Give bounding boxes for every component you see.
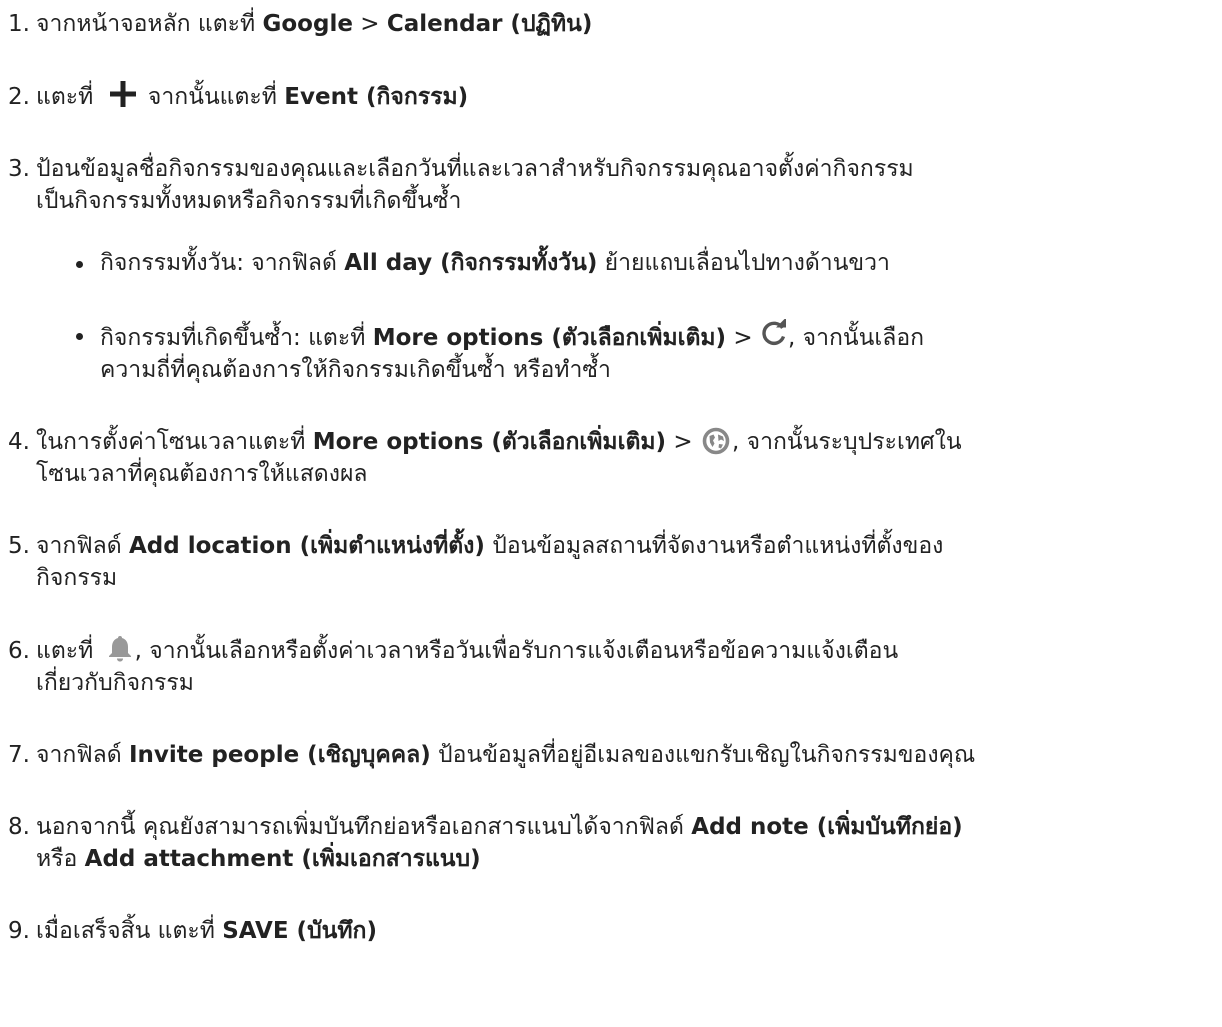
step-number: 1. (8, 11, 30, 37)
step-9: 9. เมื่อเสร็จสิ้น แตะที่ SAVE (บันทึก) (8, 915, 1214, 947)
step-text: ในการตั้งค่าโซนเวลาแตะที่ (36, 429, 313, 455)
step-8: 8. นอกจากนี้ คุณยังสามารถเพิ่มบันทึกย่อหร… (8, 811, 1214, 875)
step-number: 8. (8, 814, 30, 840)
step-number: 7. (8, 742, 30, 768)
bullet-dot (76, 261, 83, 268)
bullet-text: ย้ายแถบเลื่อนไปทางด้านขวา (597, 250, 890, 276)
step-text: เมื่อเสร็จสิ้น แตะที่ (36, 918, 223, 944)
step-number: 5. (8, 533, 30, 559)
step-text: จากฟิลด์ (36, 533, 129, 559)
bell-icon (107, 634, 133, 662)
step-text: , จากนั้นระบุประเทศใน (731, 429, 962, 455)
step-number: 2. (8, 84, 30, 110)
step-number: 3. (8, 156, 30, 182)
step-bold: Invite people (เชิญบุคคล) (128, 742, 431, 768)
step-text: นอกจากนี้ คุณยังสามารถเพิ่มบันทึกย่อหรือ… (36, 814, 692, 840)
step-bold: Calendar (ปฏิทิน) (386, 11, 593, 37)
bullet-item: กิจกรรมทั้งวัน: จากฟิลด์ All day (กิจกรร… (72, 247, 1214, 279)
bullet-text: กิจกรรมทั้งวัน: จากฟิลด์ (100, 250, 345, 276)
step-text: ป้อนข้อมูลที่อยู่อีเมลของแขกรับเชิญในกิจ… (430, 742, 976, 768)
step-number: 6. (8, 638, 30, 664)
plus-icon (109, 80, 137, 108)
step-text: หรือ (36, 846, 85, 872)
step-number: 9. (8, 918, 30, 944)
step-bold: Google (262, 11, 353, 37)
step-text: แตะที่ (36, 638, 101, 664)
step-text: , จากนั้นเลือกหรือตั้งค่าเวลาหรือวันเพื่… (134, 638, 899, 664)
step-text-continued: เกี่ยวกับกิจกรรม (36, 670, 194, 696)
step-text: จากหน้าจอหลัก แตะที่ (36, 11, 263, 37)
step-text-continued: กิจกรรม (36, 565, 118, 591)
step-1: 1. จากหน้าจอหลัก แตะที่ Google > Calendar… (8, 8, 1214, 40)
step-separator: > (352, 11, 387, 37)
step-bold: Event (กิจกรรม) (284, 84, 469, 110)
step-text: จากนั้นแตะที่ (140, 84, 285, 110)
step-number: 4. (8, 429, 30, 455)
step-text-continued: เป็นกิจกรรมทั้งหมดหรือกิจกรรมที่เกิดขึ้น… (36, 188, 462, 214)
step-text-continued: โซนเวลาที่คุณต้องการให้แสดงผล (36, 461, 368, 487)
step-4: 4. ในการตั้งค่าโซนเวลาแตะที่ More options… (8, 426, 1214, 490)
bullet-text: , จากนั้นเลือก (787, 325, 925, 351)
step-text-continued: หรือ Add attachment (เพิ่มเอกสารแนบ) (8, 843, 1214, 875)
step-text: ป้อนข้อมูลชื่อกิจกรรมของคุณและเลือกวันที… (36, 156, 914, 182)
bullet-item: กิจกรรมที่เกิดขึ้นซ้ำ: แตะที่ More optio… (72, 319, 1214, 386)
repeat-icon (760, 319, 788, 347)
step-text: ป้อนข้อมูลสถานที่จัดงานหรือตำแหน่งที่ตั้… (484, 533, 944, 559)
bullet-dot (76, 333, 83, 340)
step-3-bullets: กิจกรรมทั้งวัน: จากฟิลด์ All day (กิจกรร… (72, 247, 1214, 386)
step-bold: Add location (เพิ่มตำแหน่งที่ตั้ง) (128, 533, 485, 559)
step-bold: Add note (เพิ่มบันทึกย่อ) (691, 814, 963, 840)
step-separator: > (666, 429, 700, 455)
step-5: 5. จากฟิลด์ Add location (เพิ่มตำแหน่งที่… (8, 530, 1214, 594)
step-bold: More options (ตัวเลือกเพิ่มเติม) (312, 429, 667, 455)
globe-icon (702, 427, 730, 455)
step-bold: SAVE (บันทึก) (222, 918, 377, 944)
bullet-bold: All day (กิจกรรมทั้งวัน) (344, 250, 598, 276)
step-2: 2. แตะที่ จากนั้นแตะที่ Event (กิจกรรม) (8, 80, 1214, 113)
step-7: 7. จากฟิลด์ Invite people (เชิญบุคคล) ป้อ… (8, 739, 1214, 771)
bullet-text-continued: ความถี่ที่คุณต้องการให้กิจกรรมเกิดขึ้นซ้… (100, 357, 611, 383)
bullet-text: กิจกรรมที่เกิดขึ้นซ้ำ: แตะที่ (100, 325, 373, 351)
instruction-steps: 1. จากหน้าจอหลัก แตะที่ Google > Calendar… (8, 8, 1214, 947)
step-text: แตะที่ (36, 84, 101, 110)
step-text: จากฟิลด์ (36, 742, 129, 768)
step-3: 3. ป้อนข้อมูลชื่อกิจกรรมของคุณและเลือกวัน… (8, 153, 1214, 217)
bullet-separator: > (726, 325, 760, 351)
bullet-bold: More options (ตัวเลือกเพิ่มเติม) (372, 325, 727, 351)
step-bold: Add attachment (เพิ่มเอกสารแนบ) (84, 846, 481, 872)
step-6: 6. แตะที่ , จากนั้นเลือกหรือตั้งค่าเวลาหร… (8, 634, 1214, 699)
